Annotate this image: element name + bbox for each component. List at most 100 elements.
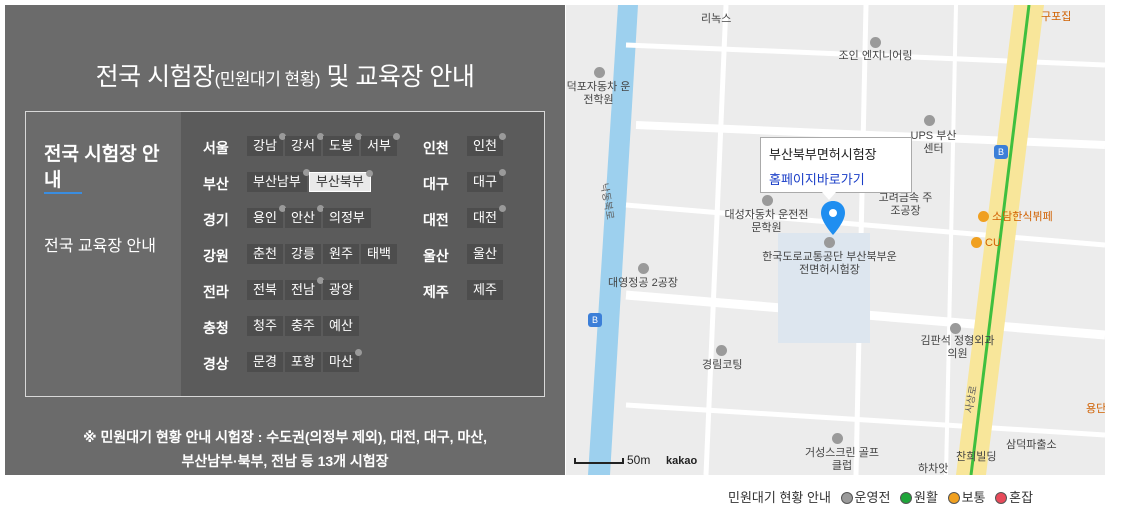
- region-label-gyeongsang: 경상: [203, 356, 229, 372]
- site-button-chuncheon[interactable]: 춘천: [247, 244, 283, 264]
- poi-icon: [594, 67, 605, 78]
- site-button-dobong[interactable]: 도봉: [323, 133, 362, 156]
- site-button-daegu[interactable]: 대구: [467, 169, 506, 192]
- green-dot-icon: [900, 492, 913, 504]
- red-dot-icon: [995, 492, 1008, 504]
- region-label-gangwon: 강원: [203, 248, 229, 264]
- site-button-yongin[interactable]: 용인: [247, 205, 286, 228]
- site-button-cheongju[interactable]: 청주: [247, 316, 283, 336]
- site-button-yesan[interactable]: 예산: [323, 316, 359, 336]
- region-label-ulsan: 울산: [423, 248, 449, 264]
- map-label: CU: [985, 237, 1001, 249]
- region-label-seoul: 서울: [203, 140, 229, 156]
- map-label: 거성스크린 골프클럽: [805, 447, 879, 472]
- map-label: 용단: [1086, 403, 1105, 415]
- region-label-incheon: 인천: [423, 140, 449, 156]
- status-dot: [392, 133, 400, 140]
- map-label: 소담한식뷔페: [992, 211, 1053, 223]
- poi-icon: [638, 263, 649, 274]
- panel-title-tail: 및 교육장 안내: [320, 63, 475, 91]
- footnote: ※ 민원대기 현황 안내 시험장 : 수도권(의정부 제외), 대전, 대구, …: [5, 425, 565, 473]
- site-button-pohang[interactable]: 포항: [285, 352, 321, 372]
- map-label: 하차앗: [918, 463, 949, 475]
- map-label: 덕포자동차 운전학원: [566, 81, 631, 106]
- map-label: 경림코팅: [702, 359, 743, 371]
- site-button-busan-nambu[interactable]: 부산남부: [247, 169, 310, 192]
- store-icon: [971, 237, 982, 248]
- map-label: 한국도로교통공단 부산북부운전면허시험장: [762, 251, 897, 276]
- site-button-seobu[interactable]: 서부: [361, 133, 400, 156]
- site-button-taebaek[interactable]: 태백: [361, 244, 397, 264]
- orange-dot-icon: [947, 492, 960, 504]
- site-button-jeonbuk[interactable]: 전북: [247, 280, 283, 300]
- map-label: 구포집: [1041, 11, 1072, 23]
- poi-icon: [762, 195, 773, 206]
- site-button-gangseo[interactable]: 강서: [285, 133, 324, 156]
- site-button-busan-bukbu[interactable]: 부산북부: [309, 170, 373, 192]
- location-marker-icon[interactable]: [821, 201, 845, 235]
- status-dot: [498, 205, 506, 212]
- poi-icon: [870, 37, 881, 48]
- map-label: 대영정공 2공장: [608, 277, 678, 289]
- site-button-mungyeong[interactable]: 문경: [247, 352, 283, 372]
- region-label-daegu: 대구: [423, 176, 449, 192]
- site-button-uijeongbu[interactable]: 의정부: [323, 208, 371, 228]
- status-dot: [365, 170, 373, 177]
- legend-item-smooth: 원활: [900, 487, 938, 505]
- poi-icon: [716, 345, 727, 356]
- menu-edu-sites[interactable]: 전국 교육장 안내: [44, 234, 164, 260]
- region-label-jeolla: 전라: [203, 284, 229, 300]
- site-button-masan[interactable]: 마산: [323, 349, 362, 372]
- site-button-daejeon[interactable]: 대전: [467, 205, 506, 228]
- site-button-ansan[interactable]: 안산: [285, 205, 324, 228]
- site-button-jeju[interactable]: 제주: [467, 280, 503, 300]
- bus-stop-icon[interactable]: B: [588, 313, 602, 327]
- site-button-gwangyang[interactable]: 광양: [323, 280, 359, 300]
- test-site-panel: 전국 시험장(민원대기 현황) 및 교육장 안내 전국 시험장 안내 전국 교육…: [5, 5, 565, 475]
- site-button-chungju[interactable]: 충주: [285, 316, 321, 336]
- region-list: 서울 강남 강서 도봉 서부 부산 부산남부 부산북부 경기 용인 안산 의정부…: [181, 112, 544, 396]
- map-background: [566, 5, 1105, 475]
- site-button-gangneung[interactable]: 강릉: [285, 244, 321, 264]
- legend-item-normal: 보통: [947, 487, 986, 505]
- poi-icon: [924, 115, 935, 126]
- legend-item-busy: 혼잡: [995, 487, 1033, 505]
- map-label: 조인 엔지니어링: [838, 50, 913, 62]
- map-label: UPS 부산센터: [910, 130, 957, 155]
- status-legend: 민원대기 현황 안내 운영전 원활 보통 혼잡: [728, 487, 1033, 505]
- menu-test-sites[interactable]: 전국 시험장 안내: [44, 142, 164, 194]
- map-view[interactable]: 리녹스 구포집 조인 엔지니어링 덕포자동차 운전학원 UPS 부산센터 B 고…: [566, 5, 1105, 475]
- map-label: 김판석 정형외과의원: [920, 335, 995, 360]
- bubble-tail: [822, 192, 836, 200]
- status-dot: [498, 169, 506, 176]
- site-button-wonju[interactable]: 원주: [323, 244, 359, 264]
- gray-dot-icon: [840, 492, 853, 504]
- site-button-jeonnam[interactable]: 전남: [285, 277, 324, 300]
- footnote-line-1: ※ 민원대기 현황 안내 시험장 : 수도권(의정부 제외), 대전, 대구, …: [82, 429, 488, 445]
- panel-title: 전국 시험장(민원대기 현황) 및 교육장 안내: [5, 57, 565, 93]
- bus-stop-icon[interactable]: B: [994, 145, 1008, 159]
- footnote-line-2: 부산남부·북부, 전남 등 13개 시험장: [181, 453, 389, 469]
- region-label-daejeon: 대전: [423, 212, 449, 228]
- status-dot: [498, 133, 506, 140]
- panel-title-main: 전국 시험장: [95, 63, 215, 91]
- legend-item-preopen: 운영전: [840, 487, 890, 505]
- map-label: 리녹스: [701, 13, 732, 25]
- map-label: 대성자동차 운전전문학원: [724, 209, 809, 234]
- side-menu: 전국 시험장 안내 전국 교육장 안내: [26, 112, 181, 396]
- status-dot: [354, 349, 362, 356]
- region-label-gyeonggi: 경기: [203, 212, 229, 228]
- region-label-busan: 부산: [203, 176, 229, 192]
- menu-active-underline: [44, 192, 82, 194]
- site-button-incheon[interactable]: 인천: [467, 133, 506, 156]
- poi-icon: [832, 433, 843, 444]
- homepage-link[interactable]: 홈페이지바로가기: [769, 169, 903, 188]
- kakao-logo: kakao: [666, 455, 698, 467]
- site-button-ulsan[interactable]: 울산: [467, 244, 503, 264]
- map-label: 고려금속 주조공장: [878, 192, 933, 217]
- test-site-icon: [824, 237, 835, 248]
- scale-label: 50m: [627, 453, 651, 467]
- site-button-gangnam[interactable]: 강남: [247, 133, 286, 156]
- map-scale: 50m: [574, 453, 650, 467]
- region-label-jeju: 제주: [423, 284, 449, 300]
